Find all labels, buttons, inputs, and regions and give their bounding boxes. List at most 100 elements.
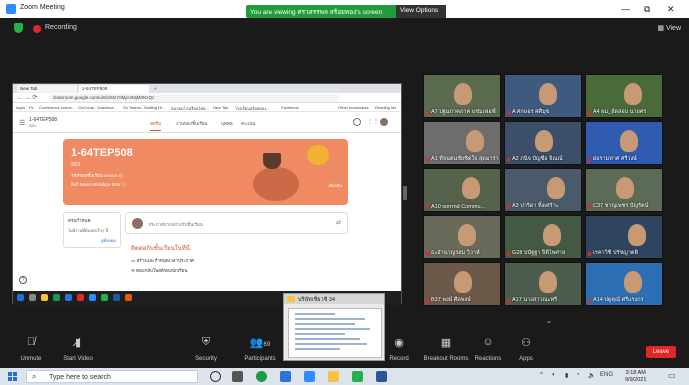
select-theme-link[interactable]: เลือกธีม xyxy=(328,182,342,189)
language-indicator[interactable]: ENG xyxy=(600,372,613,378)
chevron-down-icon[interactable]: ⌄ xyxy=(538,316,560,326)
participant-name: ธะอำนาญรสม วิวาห์ xyxy=(431,250,480,256)
view-button[interactable]: ▦ View xyxy=(657,24,681,32)
windows-start-icon[interactable] xyxy=(8,372,17,381)
bookmarks-bar: Apps Fb Conference conne... GoComp - Das… xyxy=(13,103,401,112)
tab-stream[interactable]: สตรีม xyxy=(150,120,162,131)
new-tab-button[interactable]: + xyxy=(151,85,161,93)
repost-icon[interactable]: ⇄ xyxy=(336,219,341,226)
zoom-icon[interactable] xyxy=(304,371,315,382)
view-options-button[interactable]: View Options ⌄ xyxy=(396,5,446,22)
upcoming-card: ครบกำหนด ไม่มีงานที่ต้องส่งเร็วๆ นี้ ดูท… xyxy=(63,212,121,248)
participant-video xyxy=(454,271,472,293)
participant-tile[interactable]: ธะอำนาญรสม วิวาห์ xyxy=(423,215,501,259)
taskbar-search-box[interactable]: ⌕ Type here to search xyxy=(26,370,198,383)
doc-line xyxy=(295,343,367,345)
system-clock[interactable]: 3:18 AM 9/9/2021 xyxy=(625,370,646,383)
participant-tile[interactable]: A10 sorrrnd Commu... xyxy=(423,168,501,212)
minimize-icon[interactable]: — xyxy=(621,4,630,14)
tab-people[interactable]: บุคคล xyxy=(221,120,233,127)
recording-icon xyxy=(33,25,41,33)
breakout-icon: ▦ xyxy=(440,337,452,349)
bookmark-item[interactable]: โรงเรียนสร้อยทอง... xyxy=(235,105,270,112)
notification-icon[interactable]: ▭ xyxy=(668,371,676,380)
mic-muted-icon xyxy=(426,252,429,256)
participant-tile[interactable]: A2 ภนิจ บัญชีอ จิณณ์ xyxy=(504,121,582,165)
zoom-tray-icon[interactable]: ◐ xyxy=(552,372,556,378)
taskbar-thumbnail-popup[interactable]: บริษัทเชี่ยวชิ 34 xyxy=(283,293,385,361)
battery-icon[interactable]: ▮ xyxy=(565,372,568,379)
menu-icon[interactable]: ☰ xyxy=(19,119,25,127)
bookmark-item[interactable]: New Tab xyxy=(213,105,229,110)
mic-muted-icon xyxy=(507,299,510,303)
bookmark-item[interactable]: Reading list xyxy=(375,105,396,110)
zoom-icon xyxy=(89,294,96,301)
browser-address-bar: ← → ⟳ classroom.google.com/u/0/c/MzY0MjA… xyxy=(13,93,401,103)
url-field[interactable]: classroom.google.com/u/0/c/MzY0MjA2MjM0N… xyxy=(49,94,339,102)
split-divider[interactable] xyxy=(403,186,407,200)
participant-tile[interactable]: A ศกษอร ศศิมุข xyxy=(504,74,582,118)
network-icon[interactable]: ◔ xyxy=(576,372,580,378)
bookmark-item[interactable]: GoComp - Dashboa... xyxy=(78,105,117,110)
close-icon[interactable]: ✕ xyxy=(667,4,675,15)
chrome-icon[interactable] xyxy=(256,371,267,382)
meet-link[interactable]: ลิงก์ Meet rafrdsbpn-lmtrr ⓘ xyxy=(71,181,126,188)
participant-tile[interactable]: เรคาวิชิ ปรัชญาตติ xyxy=(585,215,663,259)
participant-tile[interactable]: B37 พงษ์ ศีดพงษ์ xyxy=(423,262,501,306)
participants-button[interactable]: 👥69 Participants xyxy=(232,330,288,368)
apps-button[interactable]: ⚇ Apps xyxy=(498,330,554,368)
bookmark-item[interactable]: Apps xyxy=(16,105,25,110)
browser-tab-new[interactable]: New Tab xyxy=(17,85,77,93)
start-video-button[interactable]: ▮̸ Start Video xyxy=(50,330,106,368)
participant-tile[interactable]: C37 ชาญเพชร บัญรัตน์ xyxy=(585,168,663,212)
security-button[interactable]: ⛨ Security xyxy=(178,330,234,368)
chevron-up-icon[interactable]: ^ xyxy=(540,372,543,378)
class-name-header: 1-64TEP508 S01 xyxy=(29,117,57,129)
apps-grid-icon[interactable]: ⋮⋮ xyxy=(367,118,379,125)
bookmark-item[interactable]: Facebook xyxy=(281,105,299,110)
participant-tile[interactable]: G28 ปนัฐฐา ปิติไพศาล xyxy=(504,215,582,259)
back-forward-reload-icons[interactable]: ← → ⟳ xyxy=(17,94,37,101)
chrome-icon xyxy=(53,294,60,301)
volume-icon[interactable]: 🔈 xyxy=(588,372,595,379)
participant-video xyxy=(543,224,561,246)
participant-tile[interactable]: A7 ปฐมภาคภาค แช่มเฟอฟ์ xyxy=(423,74,501,118)
bookmark-item[interactable]: สมาคมโรงเรียนไทย... xyxy=(171,105,209,112)
participant-tile[interactable]: A17 นางสาวณะทรี xyxy=(504,262,582,306)
mic-muted-icon: 🎙̸ xyxy=(26,336,36,348)
restore-icon[interactable]: ⧉ xyxy=(644,4,650,15)
participant-video xyxy=(624,271,642,293)
settings-icon[interactable] xyxy=(353,118,361,126)
browser-tab-classroom[interactable]: 1-64TEP508 xyxy=(79,85,149,93)
mic-muted-icon xyxy=(507,252,510,256)
task-view-icon[interactable] xyxy=(232,371,243,382)
security-shield-icon[interactable] xyxy=(14,23,23,33)
cortana-icon[interactable] xyxy=(210,371,221,382)
file-explorer-icon[interactable] xyxy=(328,371,339,382)
mail-icon[interactable] xyxy=(280,371,291,382)
participant-tile[interactable]: ผ่อรามหาศ ศรีวงษ์ xyxy=(585,121,663,165)
line-icon[interactable] xyxy=(352,371,363,382)
help-icon[interactable]: ? xyxy=(19,276,27,284)
word-icon[interactable] xyxy=(376,371,387,382)
bookmark-item[interactable]: Fb xyxy=(29,105,34,110)
avatar[interactable] xyxy=(380,118,388,126)
announce-box[interactable]: ประกาศบางอย่างกับชั้นเรียน ⇄ xyxy=(125,212,348,234)
participant-tile[interactable]: A14 ปดูตุณ์ ศรีแรงกร xyxy=(585,262,663,306)
bookmark-item[interactable]: Conference conne... xyxy=(39,105,75,110)
bookmark-item[interactable]: Other bookmarks xyxy=(338,105,369,110)
bookmark-item[interactable]: Sn Teams - Mailing Hi... xyxy=(123,105,165,110)
app-icon xyxy=(77,294,84,301)
mic-muted-icon xyxy=(588,158,591,162)
participant-tile[interactable]: A4 ผม_อัดสอบ นายศร xyxy=(585,74,663,118)
participant-tile[interactable]: A3 ปาริดา ทิ้งเศร้าะ xyxy=(504,168,582,212)
tab-grades[interactable]: คะแนน xyxy=(241,120,255,127)
view-all-link[interactable]: ดูทั้งหมด xyxy=(101,237,116,244)
tab-classwork[interactable]: งานของชั้นเรียน xyxy=(176,120,208,127)
doc-line xyxy=(295,348,340,350)
participants-icon: 👥69 xyxy=(249,337,271,349)
participant-tile[interactable]: A1 ที่จนตนชัยชิดใจ สุดมาร่า xyxy=(423,121,501,165)
class-code[interactable]: รหัสของชั้นเรียน xxxxxx ⊡ xyxy=(71,172,123,179)
leave-button[interactable]: Leave xyxy=(646,346,676,358)
reactions-icon: ☺ xyxy=(482,336,494,348)
